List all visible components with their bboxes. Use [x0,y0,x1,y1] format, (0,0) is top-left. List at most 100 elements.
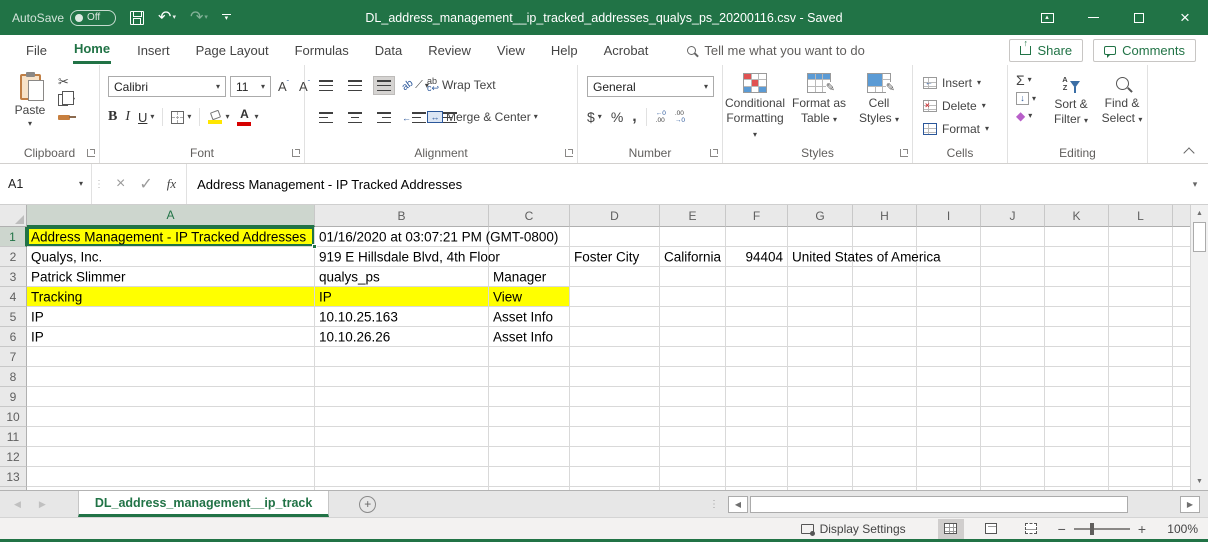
cell-A10[interactable] [27,407,315,427]
autosum-button[interactable]: Σ ▾ [1016,73,1036,87]
customize-qat-button[interactable]: ▾ [221,13,231,22]
display-settings-button[interactable]: Display Settings [800,522,906,536]
cell-H9[interactable] [853,387,917,407]
align-right-button[interactable] [373,108,395,127]
cell-D4[interactable] [570,287,660,307]
cell-E3[interactable] [660,267,726,287]
font-color-button[interactable]: A ▾ [237,108,258,126]
cell-I1[interactable] [917,227,981,247]
font-name-caret-icon[interactable]: ▾ [216,82,220,91]
minimize-button[interactable] [1070,0,1116,35]
tab-data[interactable]: Data [362,35,415,65]
cell-C11[interactable] [489,427,570,447]
row-header-6[interactable]: 6 [0,327,27,347]
cell-H6[interactable] [853,327,917,347]
cell-G2[interactable]: United States of America [788,247,941,267]
cell-C10[interactable] [489,407,570,427]
increase-font-size-button[interactable]: Aˆ [275,79,292,94]
font-name-combo[interactable]: Calibri ▾ [108,76,226,97]
cell-H12[interactable] [853,447,917,467]
cell-E10[interactable] [660,407,726,427]
close-button[interactable]: × [1162,0,1208,35]
cell-K9[interactable] [1045,387,1109,407]
delete-caret-icon[interactable]: ▾ [982,102,986,110]
sort-caret-icon[interactable]: ▾ [1084,116,1088,125]
cell-B3[interactable]: qualys_ps [315,267,489,287]
cell-A9[interactable] [27,387,315,407]
normal-view-button[interactable] [937,518,964,539]
cell-I11[interactable] [917,427,981,447]
cell-I13[interactable] [917,467,981,487]
comma-style-button[interactable]: , [632,109,636,125]
cell-J8[interactable] [981,367,1045,387]
comments-button[interactable]: Comments [1093,38,1196,62]
undo-button[interactable]: ↶ ▾ [158,9,176,26]
borders-button[interactable]: ▾ [171,110,191,124]
cell-E12[interactable] [660,447,726,467]
cell-D6[interactable] [570,327,660,347]
orientation-button[interactable]: ab ⟋ ▾ [400,78,429,93]
bottom-align-button[interactable] [373,76,395,95]
row-header-11[interactable]: 11 [0,427,27,447]
scroll-right-icon[interactable]: ▶ [1180,495,1200,513]
cell-D11[interactable] [570,427,660,447]
cell-E6[interactable] [660,327,726,347]
format-as-table-button[interactable]: ✎ Format as Table ▾ [789,73,849,126]
cell-K7[interactable] [1045,347,1109,367]
cell-F1[interactable] [726,227,788,247]
tab-home[interactable]: Home [60,35,124,65]
cell-J1[interactable] [981,227,1045,247]
cell-J4[interactable] [981,287,1045,307]
cell-K11[interactable] [1045,427,1109,447]
cell-B2[interactable]: 919 E Hillsdale Blvd, 4th Floor [315,247,500,267]
cell-I4[interactable] [917,287,981,307]
cell-B1[interactable]: 01/16/2020 at 03:07:21 PM (GMT-0800) [315,227,558,247]
cell-C8[interactable] [489,367,570,387]
cell-L6[interactable] [1109,327,1173,347]
scroll-down-icon[interactable]: ▼ [1191,473,1208,490]
cell-L9[interactable] [1109,387,1173,407]
cell-A4[interactable]: Tracking [27,287,315,307]
tab-view[interactable]: View [484,35,538,65]
expand-formula-bar-icon[interactable]: ▾ [1182,164,1208,204]
column-header-B[interactable]: B [315,205,489,227]
find-caret-icon[interactable]: ▾ [1138,115,1142,124]
ribbon-display-options-button[interactable]: ▴ [1024,0,1070,35]
number-format-caret-icon[interactable]: ▾ [704,82,708,91]
tab-help[interactable]: Help [538,35,591,65]
tab-file[interactable]: File [13,35,60,65]
cell-L4[interactable] [1109,287,1173,307]
insert-cells-button[interactable]: ← Insert ▾ [923,76,981,90]
row-header-13[interactable]: 13 [0,467,27,487]
autosave-toggle[interactable]: AutoSave Off [12,9,117,26]
cell-A7[interactable] [27,347,315,367]
cell-E7[interactable] [660,347,726,367]
cancel-icon[interactable]: × [116,175,125,193]
cell-F4[interactable] [726,287,788,307]
cell-C2[interactable] [489,247,570,267]
row-header-12[interactable]: 12 [0,447,27,467]
page-layout-view-button[interactable] [978,519,1004,539]
autosave-switch[interactable]: Off [70,9,117,26]
cell-F12[interactable] [726,447,788,467]
cut-icon[interactable]: ✂ [58,75,75,88]
cell-I10[interactable] [917,407,981,427]
cell-H5[interactable] [853,307,917,327]
cell-I8[interactable] [917,367,981,387]
cell-A11[interactable] [27,427,315,447]
maximize-button[interactable] [1116,0,1162,35]
name-box-caret-icon[interactable]: ▾ [79,180,83,188]
font-size-combo[interactable]: 11 ▾ [230,76,271,97]
cs-caret-icon[interactable]: ▾ [895,115,899,124]
cell-G12[interactable] [788,447,853,467]
row-header-7[interactable]: 7 [0,347,27,367]
vertical-scroll-thumb[interactable] [1193,222,1206,252]
cell-D13[interactable] [570,467,660,487]
new-sheet-button[interactable]: + [359,495,377,513]
styles-dialog-launcher-icon[interactable] [900,149,908,157]
fat-caret-icon[interactable]: ▾ [833,115,837,124]
share-button[interactable]: Share [1009,38,1084,62]
prev-sheet-icon[interactable]: ◀ [14,499,21,510]
cell-J7[interactable] [981,347,1045,367]
zoom-in-button[interactable]: + [1138,522,1146,536]
